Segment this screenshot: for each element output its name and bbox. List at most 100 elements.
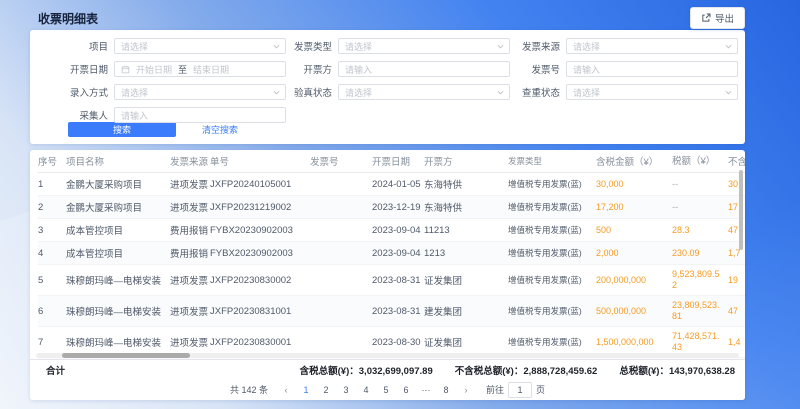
table-cell: 建发集团 xyxy=(424,296,508,327)
table-cell: 进项发票 xyxy=(170,265,210,296)
table-cell: 2023-08-31 xyxy=(372,296,424,327)
table-panel: 序号项目名称发票来源单号发票号开票日期开票方发票类型含税金额（¥）税额（¥）不含… xyxy=(30,150,745,400)
filter-label: 录入方式 xyxy=(30,85,108,99)
table-cell: 3 xyxy=(38,219,66,242)
summary-label: 合计 xyxy=(46,363,65,377)
table-cell: 5 xyxy=(38,265,66,296)
table-cell: 17,200 xyxy=(596,196,672,219)
table-cell: 1213 xyxy=(424,242,508,265)
table-cell: 2 xyxy=(38,196,66,219)
export-icon xyxy=(701,13,711,23)
table-row[interactable]: 5珠穆朗玛峰—电梯安装进项发票JXFP202308300022023-08-31… xyxy=(30,265,745,296)
search-button[interactable]: 搜索 xyxy=(68,122,176,137)
table-cell: 2023-12-19 xyxy=(372,196,424,219)
table-cell: 2,000 xyxy=(596,242,672,265)
table-cell xyxy=(310,265,372,296)
total-tax: 总税额(¥)：143,970,638.28 xyxy=(619,363,735,377)
table-header-row: 序号项目名称发票来源单号发票号开票日期开票方发票类型含税金额（¥）税额（¥）不含… xyxy=(30,150,745,173)
filter-field: 发票号请输入 xyxy=(488,61,738,77)
column-header: 发票来源 xyxy=(170,150,210,173)
filter-label: 采集人 xyxy=(30,108,108,122)
table-cell: 金鹏大厦采购项目 xyxy=(66,196,170,219)
column-header: 开票日期 xyxy=(372,150,424,173)
table-cell: 增值税专用发票(蓝) xyxy=(508,196,596,219)
table-cell: 进项发票 xyxy=(170,196,210,219)
table-cell: JXFP20240105001 xyxy=(210,173,310,196)
column-header: 序号 xyxy=(38,150,66,173)
table-row[interactable]: 3成本管控项目费用报销FYBX202309020032023-09-041121… xyxy=(30,219,745,242)
table-row[interactable]: 1金鹏大厦采购项目进项发票JXFP202401050012024-01-05东海… xyxy=(30,173,745,196)
table-cell: 东海特供 xyxy=(424,196,508,219)
column-header: 税额（¥） xyxy=(672,150,728,173)
calendar-icon xyxy=(121,65,130,74)
filter-input[interactable]: 请输入 xyxy=(114,107,286,123)
filter-field: 采集人请输入 xyxy=(30,107,286,123)
goto-unit: 页 xyxy=(536,383,545,396)
filter-field: 查重状态请选择 xyxy=(488,84,738,100)
horizontal-scrollbar[interactable] xyxy=(36,353,739,358)
column-header: 发票号 xyxy=(310,150,372,173)
page-numbers: 123456 ··· 8 xyxy=(300,385,452,395)
scrollbar-thumb[interactable] xyxy=(62,353,190,358)
page-number[interactable]: 8 xyxy=(440,385,452,395)
table-cell: 费用报销 xyxy=(170,219,210,242)
filter-field: 发票来源请选择 xyxy=(488,38,738,54)
table-cell: 增值税专用发票(蓝) xyxy=(508,265,596,296)
total-count: 共 142 条 xyxy=(230,383,268,396)
column-header: 发票类型 xyxy=(508,150,596,173)
filter-actions: 搜索 清空搜索 xyxy=(68,122,238,137)
page-number[interactable]: 3 xyxy=(340,385,352,395)
filter-label: 发票类型 xyxy=(260,39,332,53)
page-number[interactable]: 6 xyxy=(400,385,412,395)
filter-select[interactable]: 请选择 xyxy=(566,84,738,100)
table-cell: 500,000,000 xyxy=(596,296,672,327)
vertical-scrollbar[interactable] xyxy=(739,170,743,250)
column-header: 单号 xyxy=(210,150,310,173)
table-cell: 9,523,809.52 xyxy=(672,265,728,296)
next-page-button[interactable]: › xyxy=(460,385,472,395)
table-cell: 6 xyxy=(38,296,66,327)
total-incl-tax: 含税总额(¥)：3,032,699,097.89 xyxy=(300,363,433,377)
page-number[interactable]: 1 xyxy=(300,385,312,395)
page-ellipsis: ··· xyxy=(420,385,432,395)
table-row[interactable]: 2金鹏大厦采购项目进项发票JXFP202312190022023-12-19东海… xyxy=(30,196,745,219)
table-cell: 成本管控项目 xyxy=(66,242,170,265)
filter-select[interactable]: 请选择 xyxy=(566,38,738,54)
filter-input[interactable]: 请输入 xyxy=(338,61,510,77)
export-button[interactable]: 导出 xyxy=(690,7,745,29)
table-cell xyxy=(310,219,372,242)
table-cell: 500 xyxy=(596,219,672,242)
table-cell: 进项发票 xyxy=(170,296,210,327)
filter-field: 开票方请输入 xyxy=(260,61,510,77)
table-cell: 200,000,000 xyxy=(596,265,672,296)
table-cell: 30,000 xyxy=(596,173,672,196)
pagination: 共 142 条 ‹ 123456···8 › 前往 页 xyxy=(30,379,745,400)
filter-select[interactable]: 请选择 xyxy=(338,38,510,54)
filter-field: 验真状态请选择 xyxy=(260,84,510,100)
prev-page-button[interactable]: ‹ xyxy=(280,385,292,395)
filter-field: 发票类型请选择 xyxy=(260,38,510,54)
clear-search-link[interactable]: 清空搜索 xyxy=(202,123,238,136)
table-cell xyxy=(310,242,372,265)
table-cell: 金鹏大厦采购项目 xyxy=(66,173,170,196)
filter-select[interactable]: 请选择 xyxy=(338,84,510,100)
table-cell: 11213 xyxy=(424,219,508,242)
table-cell xyxy=(310,296,372,327)
goto-page-input[interactable] xyxy=(508,382,532,398)
page-number[interactable]: 5 xyxy=(380,385,392,395)
page-number[interactable]: 4 xyxy=(360,385,372,395)
filter-input[interactable]: 请输入 xyxy=(566,61,738,77)
table-cell: 珠穆朗玛峰—电梯安装 xyxy=(66,296,170,327)
page-number[interactable]: 2 xyxy=(320,385,332,395)
table-cell xyxy=(310,173,372,196)
table-cell: 1 xyxy=(38,173,66,196)
filter-label: 项目 xyxy=(30,39,108,53)
table-cell: 23,809,523.81 xyxy=(672,296,728,327)
table-cell: 费用报销 xyxy=(170,242,210,265)
table-cell xyxy=(310,196,372,219)
table-cell: 增值税专用发票(蓝) xyxy=(508,296,596,327)
table-cell: 2024-01-05 xyxy=(372,173,424,196)
table-cell: 增值税专用发票(蓝) xyxy=(508,242,596,265)
table-row[interactable]: 6珠穆朗玛峰—电梯安装进项发票JXFP202308310012023-08-31… xyxy=(30,296,745,327)
table-row[interactable]: 4成本管控项目费用报销FYBX202309020032023-09-041213… xyxy=(30,242,745,265)
